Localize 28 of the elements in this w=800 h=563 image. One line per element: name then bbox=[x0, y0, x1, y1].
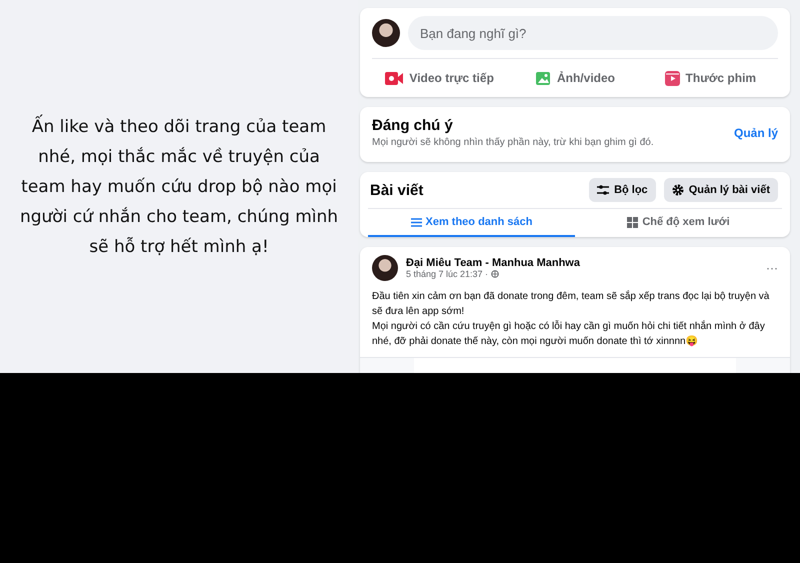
section-subtitle: Mọi người sẽ không nhìn thấy phần này, trừ khi bạn ghim gì đó. bbox=[372, 137, 655, 148]
avatar bbox=[372, 255, 398, 281]
reel-icon bbox=[664, 70, 680, 86]
post-text: Mọi người có cần cứu truyện gì hoặc có lỗi hay cần gì muốn hỏi chi tiết nhắn mình ở đây nhé, đỡ phải donate thế này, còn mọi người muốn donate thì tớ xinnnn😝 bbox=[372, 319, 766, 349]
composer-action-button[interactable]: Thước phim bbox=[642, 63, 778, 93]
video-camera-icon bbox=[385, 72, 404, 84]
sliders-icon bbox=[597, 185, 610, 195]
post-input-field[interactable]: Bạn đang nghĩ gì? bbox=[408, 16, 778, 50]
composer-action-button[interactable]: Ảnh/video bbox=[507, 63, 643, 93]
avatar bbox=[372, 19, 400, 47]
grid-icon bbox=[627, 216, 638, 228]
post-time: 5 tháng 7 lúc 21:37 · bbox=[406, 269, 488, 279]
view-tab[interactable]: Chế độ xem lưới bbox=[575, 209, 782, 237]
composer-action-button[interactable]: Video trực tiếp bbox=[372, 63, 508, 93]
more-options-button[interactable]: ··· bbox=[766, 261, 778, 275]
filter-button[interactable]: Bộ lọc bbox=[589, 178, 656, 202]
photo-icon bbox=[534, 70, 551, 86]
view-tab[interactable]: Xem theo danh sách bbox=[368, 209, 575, 237]
section-title: Đáng chú ý bbox=[372, 117, 454, 134]
menu-icon bbox=[410, 218, 422, 226]
promo-text: Ấn like và theo dõi trang của team nhé, mọi thắc mắc về truyện của team hay muốn cứu drop bộ nào mọi người cứ nhắn cho team, chúng mình sẽ hỗ trợ hết mình ạ! bbox=[18, 114, 340, 258]
post-text: Đầu tiên xin cảm ơn bạn đã donate trong đêm, team sẽ sắp xếp trans đọc lại bộ truyện và sẽ đưa lên app sớm! bbox=[372, 289, 770, 319]
author-name: Đại Miêu Team - Manhua Manhwa bbox=[406, 257, 580, 269]
manage-link[interactable]: Quản lý bbox=[734, 126, 778, 140]
settings-icon bbox=[672, 184, 684, 196]
globe-icon bbox=[491, 270, 500, 278]
section-title: Bài viết bbox=[370, 182, 424, 198]
manage-posts-button[interactable]: Quản lý bài viết bbox=[664, 178, 778, 202]
